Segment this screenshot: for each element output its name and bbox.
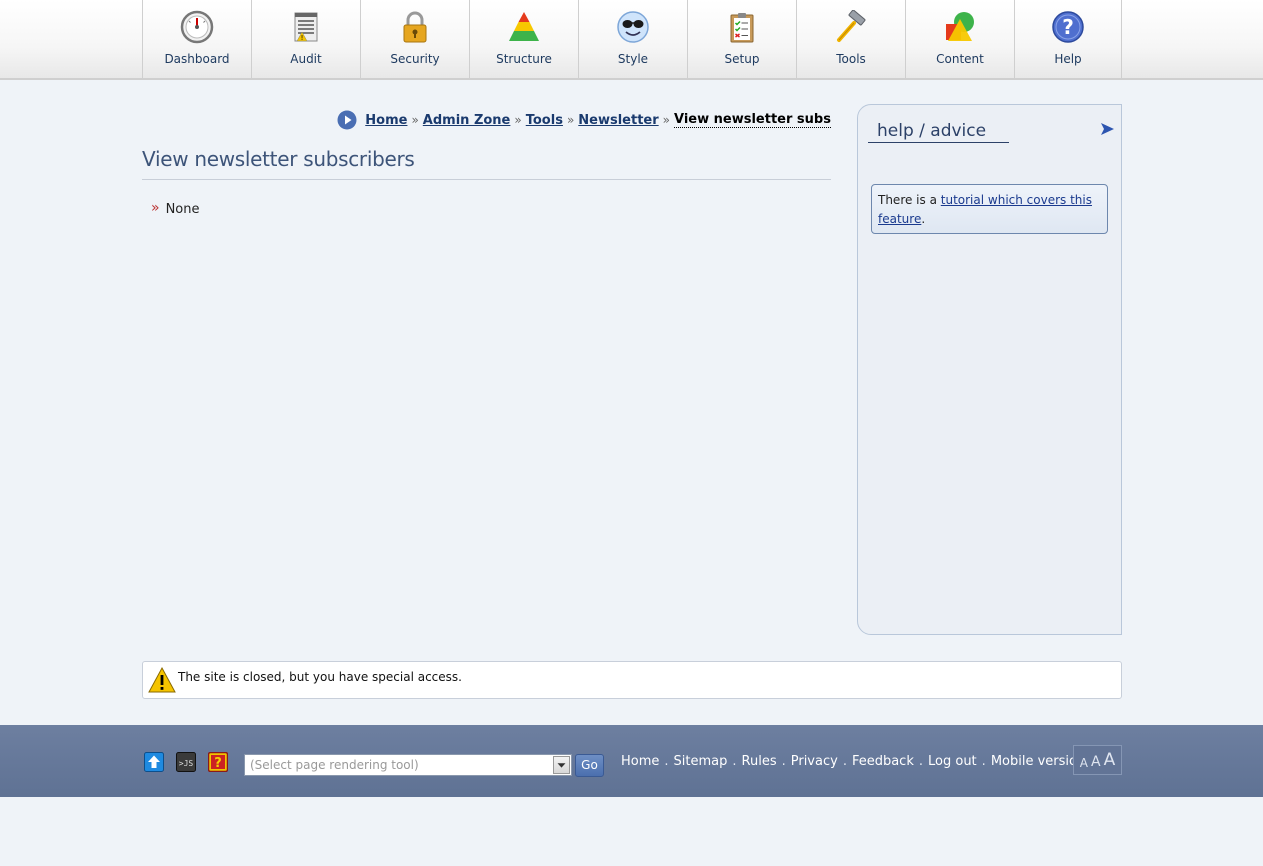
footer-link-privacy[interactable]: Privacy [791, 754, 838, 769]
footer-link-mobile-version[interactable]: Mobile version [991, 754, 1085, 769]
nav-security[interactable]: Security [361, 0, 470, 78]
nav-label: Setup [724, 52, 760, 66]
list-item: » None [151, 199, 200, 218]
breadcrumb-current-page: View newsletter subscri... [674, 112, 831, 128]
nav-label: Style [617, 52, 649, 66]
nav-setup[interactable]: Setup [688, 0, 797, 78]
svg-text:?: ? [214, 756, 222, 771]
nav-label: Structure [496, 52, 552, 66]
font-size-small[interactable]: A [1080, 757, 1088, 769]
question-mark-icon: ? [1052, 11, 1084, 43]
breadcrumb-separator: » [411, 113, 419, 127]
breadcrumb-link-home[interactable]: Home [365, 113, 407, 128]
nav-label: Tools [836, 52, 866, 66]
nav-label: Audit [290, 52, 322, 66]
help-panel-title: help / advice [868, 121, 1009, 143]
clipboard-checklist-icon [730, 13, 754, 43]
nav-label: Dashboard [164, 52, 230, 66]
breadcrumb: Home » Admin Zone » Tools » Newsletter »… [337, 110, 831, 130]
select-placeholder: (Select page rendering tool) [250, 758, 419, 772]
nav-content[interactable]: Content [906, 0, 1015, 78]
footer-link-rules[interactable]: Rules [742, 754, 777, 769]
nav-dashboard[interactable]: Dashboard [143, 0, 252, 78]
svg-text:>JS: >JS [179, 759, 194, 768]
breadcrumb-link-admin-zone[interactable]: Admin Zone [423, 113, 511, 128]
breadcrumb-link-newsletter[interactable]: Newsletter [578, 113, 658, 128]
pyramid-icon [509, 12, 539, 41]
nav-structure[interactable]: Structure [470, 0, 579, 78]
font-size-medium[interactable]: A [1091, 755, 1101, 769]
top-navigation-bar: Dashboard ! Audit Security Structure Sty… [0, 0, 1263, 80]
help-text: There is a [878, 193, 941, 207]
nav-label: Security [390, 52, 440, 66]
footer-link-sitemap[interactable]: Sitemap [674, 754, 728, 769]
footer: >JS ? (Select page rendering tool) Go Ho… [0, 725, 1263, 797]
help-panel: help / advice There is a tutorial which … [857, 104, 1122, 635]
breadcrumb-link-tools[interactable]: Tools [526, 113, 563, 128]
padlock-icon [403, 11, 427, 43]
shapes-icon [946, 12, 974, 41]
footer-link-log-out[interactable]: Log out [928, 754, 977, 769]
font-size-selector: A A A [1073, 745, 1122, 775]
double-chevron-bullet-icon: » [151, 199, 160, 216]
page-rendering-tool-select[interactable]: (Select page rendering tool) [244, 754, 572, 776]
font-size-large[interactable]: A [1104, 752, 1116, 769]
nav-style[interactable]: Style [579, 0, 688, 78]
footer-link-home[interactable]: Home [621, 754, 659, 769]
nav-audit[interactable]: ! Audit [252, 0, 361, 78]
help-question-icon[interactable]: ? [208, 752, 228, 772]
svg-text:?: ? [1062, 15, 1074, 39]
help-text-end: . [921, 212, 926, 226]
list-item-text: None [165, 202, 200, 217]
collapse-arrow-icon[interactable] [1099, 121, 1115, 137]
breadcrumb-separator: » [566, 113, 575, 127]
scroll-top-icon[interactable] [144, 752, 164, 772]
play-arrow-icon [337, 110, 357, 130]
page-title: View newsletter subscribers [142, 147, 831, 180]
admin-zone-nav: Dashboard ! Audit Security Structure Sty… [142, 0, 1122, 78]
footer-links: Home . Sitemap . Rules . Privacy . Feedb… [621, 754, 1086, 769]
sunglasses-smiley-icon [617, 11, 649, 43]
nav-label: Content [936, 52, 984, 66]
nav-help[interactable]: ? Help [1015, 0, 1122, 78]
help-advice-box: There is a tutorial which covers this fe… [871, 184, 1108, 234]
svg-text:!: ! [301, 34, 304, 42]
chevron-down-icon[interactable] [553, 756, 570, 774]
dashboard-gauge-icon [180, 10, 214, 44]
nav-tools[interactable]: Tools [797, 0, 906, 78]
notice-text: The site is closed, but you have special… [178, 670, 462, 684]
footer-link-feedback[interactable]: Feedback [852, 754, 914, 769]
warning-triangle-icon [148, 666, 176, 693]
javascript-console-icon[interactable]: >JS [176, 752, 196, 772]
nav-label: Help [1054, 52, 1082, 66]
hammer-icon [837, 10, 866, 42]
breadcrumb-separator: » [662, 113, 670, 127]
audit-document-icon: ! [294, 12, 318, 42]
site-closed-notice: The site is closed, but you have special… [142, 661, 1122, 699]
go-button[interactable]: Go [575, 754, 604, 777]
breadcrumb-separator: » [514, 113, 522, 127]
